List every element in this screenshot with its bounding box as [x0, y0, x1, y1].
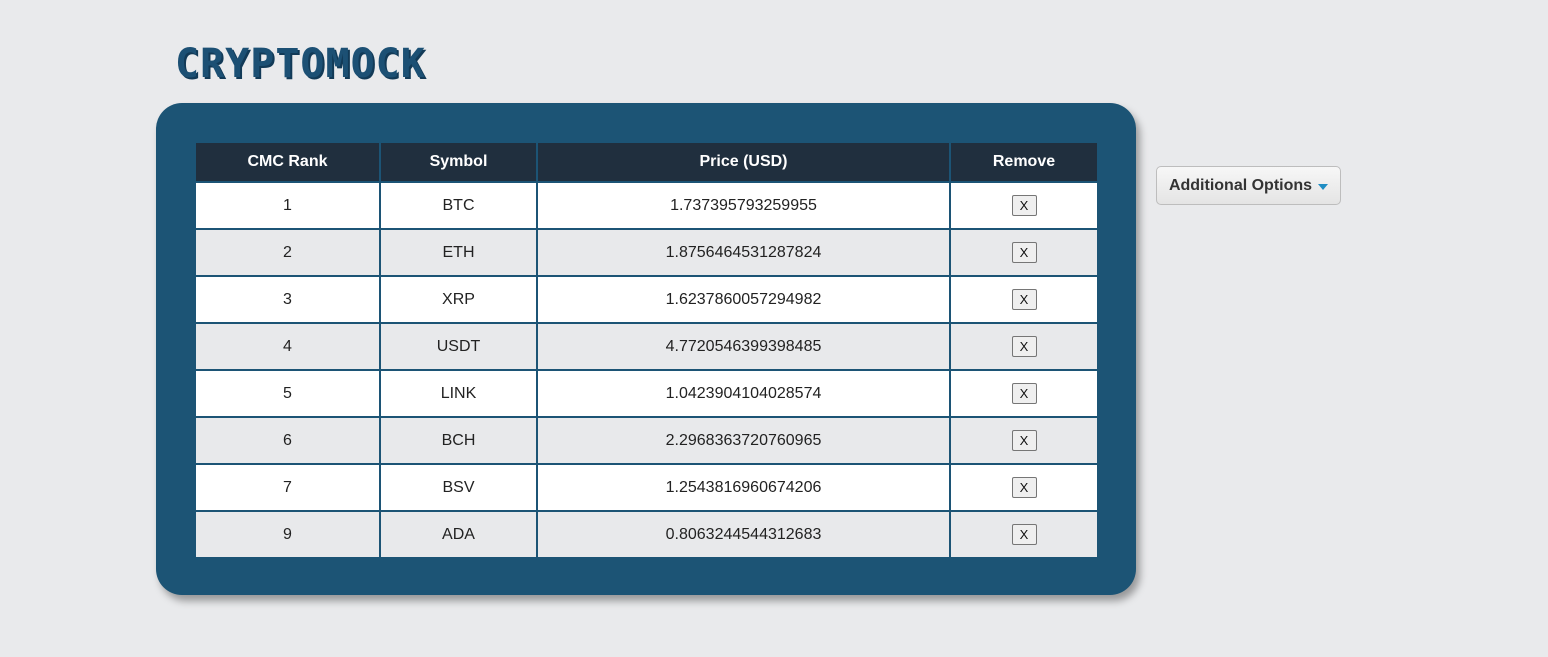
table-row: 4 USDT 4.7720546399398485 X: [194, 322, 1099, 371]
remove-cell: X: [949, 463, 1099, 512]
price-cell: 1.0423904104028574: [536, 369, 951, 418]
symbol-cell: BCH: [379, 416, 538, 465]
table-row: 2 ETH 1.8756464531287824 X: [194, 228, 1099, 277]
rank-cell: 1: [194, 181, 381, 230]
rank-cell: 4: [194, 322, 381, 371]
table-row: 1 BTC 1.737395793259955 X: [194, 181, 1099, 230]
price-cell: 1.2543816960674206: [536, 463, 951, 512]
remove-button[interactable]: X: [1011, 477, 1037, 498]
remove-button[interactable]: X: [1011, 524, 1037, 545]
remove-button[interactable]: X: [1011, 195, 1037, 216]
column-header-remove: Remove: [949, 141, 1099, 183]
remove-cell: X: [949, 181, 1099, 230]
remove-button[interactable]: X: [1011, 336, 1037, 357]
price-cell: 4.7720546399398485: [536, 322, 951, 371]
table-row: 9 ADA 0.8063244544312683 X: [194, 510, 1099, 559]
rank-cell: 7: [194, 463, 381, 512]
remove-cell: X: [949, 228, 1099, 277]
remove-cell: X: [949, 416, 1099, 465]
symbol-cell: BSV: [379, 463, 538, 512]
rank-cell: 2: [194, 228, 381, 277]
table-panel: CMC Rank Symbol Price (USD) Remove 1 BTC…: [156, 103, 1136, 595]
remove-cell: X: [949, 510, 1099, 559]
table-header-row: CMC Rank Symbol Price (USD) Remove: [194, 141, 1099, 183]
remove-button[interactable]: X: [1011, 289, 1037, 310]
symbol-cell: BTC: [379, 181, 538, 230]
price-cell: 0.8063244544312683: [536, 510, 951, 559]
rank-cell: 3: [194, 275, 381, 324]
remove-cell: X: [949, 322, 1099, 371]
rank-cell: 6: [194, 416, 381, 465]
remove-button[interactable]: X: [1011, 383, 1037, 404]
table-row: 7 BSV 1.2543816960674206 X: [194, 463, 1099, 512]
symbol-cell: ETH: [379, 228, 538, 277]
coin-table: CMC Rank Symbol Price (USD) Remove 1 BTC…: [194, 141, 1099, 559]
remove-cell: X: [949, 275, 1099, 324]
rank-cell: 5: [194, 369, 381, 418]
symbol-cell: XRP: [379, 275, 538, 324]
additional-options-label: Additional Options: [1168, 176, 1313, 194]
symbol-cell: ADA: [379, 510, 538, 559]
price-cell: 1.8756464531287824: [536, 228, 951, 277]
remove-cell: X: [949, 369, 1099, 418]
symbol-cell: USDT: [379, 322, 538, 371]
column-header-price: Price (USD): [536, 141, 951, 183]
price-cell: 1.6237860057294982: [536, 275, 951, 324]
table-row: 3 XRP 1.6237860057294982 X: [194, 275, 1099, 324]
caret-down-icon: [1318, 183, 1329, 190]
price-cell: 2.2968363720760965: [536, 416, 951, 465]
column-header-symbol: Symbol: [379, 141, 538, 183]
symbol-cell: LINK: [379, 369, 538, 418]
remove-button[interactable]: X: [1011, 242, 1037, 263]
additional-options-button[interactable]: Additional Options: [1156, 166, 1341, 205]
rank-cell: 9: [194, 510, 381, 559]
column-header-rank: CMC Rank: [194, 141, 381, 183]
table-row: 5 LINK 1.0423904104028574 X: [194, 369, 1099, 418]
remove-button[interactable]: X: [1011, 430, 1037, 451]
price-cell: 1.737395793259955: [536, 181, 951, 230]
table-row: 6 BCH 2.2968363720760965 X: [194, 416, 1099, 465]
app-logo: CRYPTOMOCK: [175, 41, 426, 87]
